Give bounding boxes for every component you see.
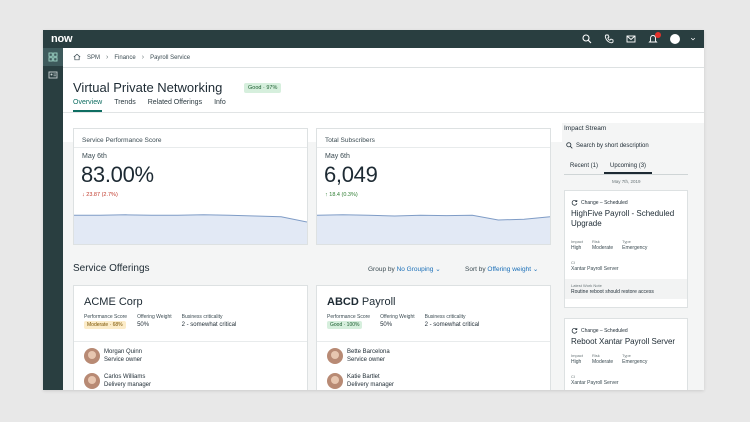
tab-upcoming[interactable]: Upcoming (3) (604, 163, 653, 174)
metric-card-subscribers[interactable]: Total Subscribers May 6th 6,049 ↑ 18.4 (… (316, 128, 551, 245)
offering-name: ACME Corp (84, 296, 143, 308)
metric-card-performance[interactable]: Service Performance Score May 6th 83.00%… (73, 128, 308, 245)
section-title: Service Offerings (73, 263, 150, 274)
chevron-right-icon: › (106, 54, 109, 61)
top-bar-icons (580, 32, 696, 46)
search-icon[interactable] (580, 32, 594, 46)
nav-grid-icon[interactable] (43, 48, 63, 66)
change-type: Change – Scheduled (571, 327, 628, 334)
sparkline-chart (317, 214, 550, 244)
app-window: now SPM › Finance › Payroll Service Virt… (43, 30, 704, 390)
refresh-icon (571, 199, 578, 206)
person-row[interactable]: Katie Bartlet Delivery manager (327, 373, 394, 390)
metric-value: 6,049 (324, 162, 378, 187)
sparkline-chart (74, 214, 307, 244)
top-bar: now (43, 30, 704, 48)
divider (63, 112, 704, 113)
person-row[interactable]: Morgan Quinn Service owner (84, 348, 142, 365)
impact-tabs: Recent (1) Upcoming (3) (564, 163, 688, 175)
impact-ci: CI Xantar Payroll Server (571, 260, 619, 272)
offering-metrics: Performance Score Good · 100% Offering W… (327, 314, 480, 329)
group-by-control[interactable]: Group by No Grouping ⌄ (368, 265, 441, 273)
divider (74, 147, 307, 148)
tab-info[interactable]: Info (214, 99, 226, 112)
person-row[interactable]: Carlos Williams Delivery manager (84, 373, 151, 390)
tab-related-offerings[interactable]: Related Offerings (148, 99, 202, 112)
person-row[interactable]: Bette Barcelona Service owner (327, 348, 390, 365)
avatar (327, 373, 343, 390)
metric-value: 83.00% (81, 162, 154, 187)
tab-bar: Overview Trends Related Offerings Info (73, 99, 226, 112)
status-badge: Good · 97% (244, 83, 282, 93)
work-note: Latest Work Note Routine reboot should re… (565, 279, 687, 299)
offering-metrics: Performance Score Moderate · 68% Offerin… (84, 314, 237, 329)
chevron-right-icon: › (141, 54, 145, 61)
bell-icon[interactable] (646, 32, 661, 46)
tab-overview[interactable]: Overview (73, 99, 103, 112)
tab-recent[interactable]: Recent (1) (564, 163, 604, 174)
offering-name: ABCD Payroll (327, 296, 396, 308)
impact-ci: CI Xantar Payroll Server (571, 374, 619, 386)
sort-by-control[interactable]: Sort by Offering weight ⌄ (465, 265, 538, 273)
metric-date: May 6th (82, 153, 107, 160)
user-avatar[interactable] (668, 32, 682, 46)
mail-icon[interactable] (624, 32, 638, 46)
breadcrumb-item-payroll[interactable]: Payroll Service (150, 55, 190, 61)
avatar (84, 373, 100, 390)
metric-date: May 6th (325, 153, 350, 160)
refresh-icon (571, 327, 578, 334)
breadcrumb-item-finance[interactable]: Finance (114, 55, 135, 61)
avatar (327, 348, 343, 365)
chevron-down-icon[interactable] (690, 32, 696, 46)
sparkline-area (74, 214, 307, 244)
now-logo[interactable]: now (51, 33, 73, 45)
home-icon[interactable] (73, 53, 81, 63)
divider (317, 147, 550, 148)
impact-card-title: Reboot Xantar Payroll Server (571, 337, 676, 346)
left-nav (43, 48, 63, 390)
impact-card-title: HighFive Payroll - Scheduled Upgrade (571, 209, 675, 229)
impact-card[interactable]: Change – Scheduled Reboot Xantar Payroll… (564, 318, 688, 390)
tab-trends[interactable]: Trends (114, 99, 136, 112)
divider (74, 341, 307, 342)
notification-badge (655, 32, 661, 38)
nav-card-icon[interactable] (43, 66, 63, 84)
page-title: Virtual Private Networking (73, 80, 223, 95)
status-badge: Moderate · 68% (84, 321, 126, 329)
divider (317, 341, 550, 342)
panel-title: Impact Stream (564, 125, 607, 132)
metric-delta: ↓ 23.87 (2.7%) (82, 192, 118, 198)
impact-props: Impact High Risk Moderate Type Emergency (571, 239, 648, 251)
breadcrumb: SPM › Finance › Payroll Service (63, 48, 704, 68)
search-input[interactable]: Search by short description (566, 142, 649, 149)
impact-props: Impact High Risk Moderate Type Emergency (571, 353, 648, 365)
metric-delta: ↑ 18.4 (0.3%) (325, 192, 358, 198)
status-badge: Good · 100% (327, 321, 363, 329)
stream-date: May 7th, 2019 (612, 179, 641, 184)
phone-icon[interactable] (602, 32, 616, 46)
metric-label: Service Performance Score (82, 137, 162, 144)
avatar (84, 348, 100, 365)
offering-card-abcd[interactable]: ABCD Payroll Performance Score Good · 10… (316, 285, 551, 390)
metric-label: Total Subscribers (325, 137, 375, 144)
offering-card-acme[interactable]: ACME Corp Performance Score Moderate · 6… (73, 285, 308, 390)
impact-stream-panel: Impact Stream Search by short descriptio… (562, 123, 704, 390)
search-icon (566, 142, 573, 149)
change-type: Change – Scheduled (571, 199, 628, 206)
impact-card[interactable]: Change – Scheduled HighFive Payroll - Sc… (564, 190, 688, 308)
breadcrumb-home[interactable]: SPM (87, 55, 100, 61)
